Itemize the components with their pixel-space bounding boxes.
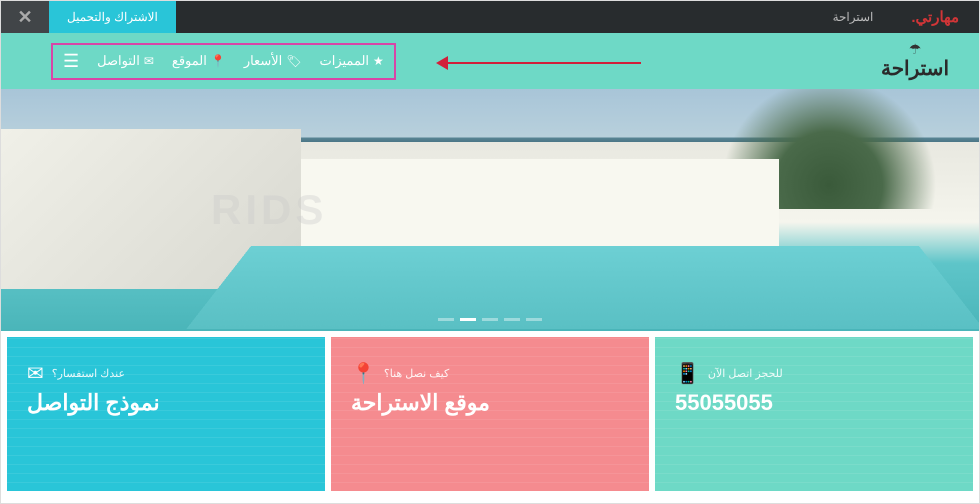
card-title: 55055055 [675,390,773,416]
card-location[interactable]: كيف نصل هنا؟ 📍 موقع الاستراحة [331,337,649,491]
nav-label: الأسعار [244,53,282,69]
site-logo[interactable]: ☂ استراحة [881,42,949,81]
nav-label: المميزات [319,53,369,69]
slider-dot[interactable] [482,318,498,321]
tag-icon: 🏷 [286,54,301,68]
card-label: كيف نصل هنا؟ [384,367,449,380]
pin-icon: 📍 [351,361,376,386]
slider-dot[interactable] [438,318,454,321]
hero-image [1,89,979,331]
navbar: ☂ استراحة ★ المميزات 🏷 الأسعار 📍 الموقع … [1,33,979,89]
phone-icon: 📱 [675,361,700,386]
nav-features[interactable]: ★ المميزات [319,53,383,69]
card-title: موقع الاستراحة [351,390,490,416]
slider-dot[interactable] [460,318,476,321]
nav-pricing[interactable]: 🏷 الأسعار [244,53,302,69]
pin-icon: 📍 [211,54,226,68]
subscribe-button[interactable]: الاشتراك والتحميل [49,1,176,33]
slider-dot[interactable] [504,318,520,321]
annotation-arrow [441,62,641,64]
brand-logo: مهارتي. [891,8,979,26]
nav-label: التواصل [97,53,140,69]
topbar-link[interactable]: استراحة [815,10,892,24]
hero-slider: RIDS [1,89,979,331]
star-icon: ★ [373,54,384,68]
nav-highlight-box: ★ المميزات 🏷 الأسعار 📍 الموقع ✉ التواصل … [51,43,396,80]
card-contact[interactable]: عندك استفسار؟ ✉ نموذج التواصل [7,337,325,491]
hamburger-icon[interactable]: ☰ [63,51,79,72]
nav-label: الموقع [172,53,207,69]
card-label: للحجز اتصل الآن [708,367,783,380]
feature-cards: للحجز اتصل الآن 📱 55055055 كيف نصل هنا؟ … [1,331,979,497]
nav-location[interactable]: 📍 الموقع [172,53,226,69]
slider-dots [438,318,542,321]
nav-contact[interactable]: ✉ التواصل [97,53,154,69]
card-title: نموذج التواصل [27,390,160,416]
umbrella-icon: ☂ [909,42,922,56]
close-button[interactable]: ✕ [1,1,49,33]
envelope-icon: ✉ [27,361,44,386]
topbar: مهارتي. استراحة الاشتراك والتحميل ✕ [1,1,979,33]
logo-text: استراحة [881,56,949,81]
envelope-icon: ✉ [144,54,154,68]
card-label: عندك استفسار؟ [52,367,125,380]
card-phone[interactable]: للحجز اتصل الآن 📱 55055055 [655,337,973,491]
slider-dot[interactable] [526,318,542,321]
